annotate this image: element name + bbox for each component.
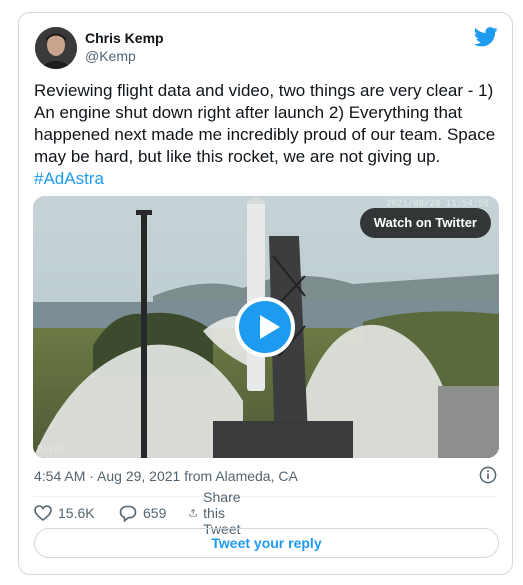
play-icon[interactable] [235,297,295,357]
tweet-text: Reviewing flight data and video, two thi… [34,80,500,190]
share-icon [189,509,197,517]
hashtag-link[interactable]: #AdAstra [34,169,104,188]
share-button[interactable]: Share this Tweet [189,489,250,537]
divider [34,496,497,497]
tweet-body: Reviewing flight data and video, two thi… [34,81,496,166]
avatar[interactable] [35,27,77,69]
tweet-timestamp[interactable]: 4:54 AM · Aug 29, 2021 from Alameda, CA [34,468,298,484]
camera-label: Pole2 [37,445,65,455]
reply-count: 659 [143,505,167,521]
info-icon[interactable] [479,466,497,484]
like-button[interactable]: 15.6K [34,503,95,523]
tweet-your-reply-button[interactable]: Tweet your reply [34,528,499,558]
like-count: 15.6K [58,505,95,521]
reply-button[interactable]: 659 [119,503,166,523]
reply-icon [119,505,137,522]
twitter-bird-icon[interactable] [474,27,498,47]
author-name[interactable]: Chris Kemp [85,30,164,46]
tweet-card: Chris Kemp @Kemp Reviewing flight data a… [18,12,513,575]
video-player[interactable]: 2021/08/28 11:54:56 Pole2 Watch on Twitt… [33,196,499,458]
watch-on-twitter-button[interactable]: Watch on Twitter [359,208,491,238]
author-handle[interactable]: @Kemp [85,48,136,64]
heart-icon [34,505,52,521]
